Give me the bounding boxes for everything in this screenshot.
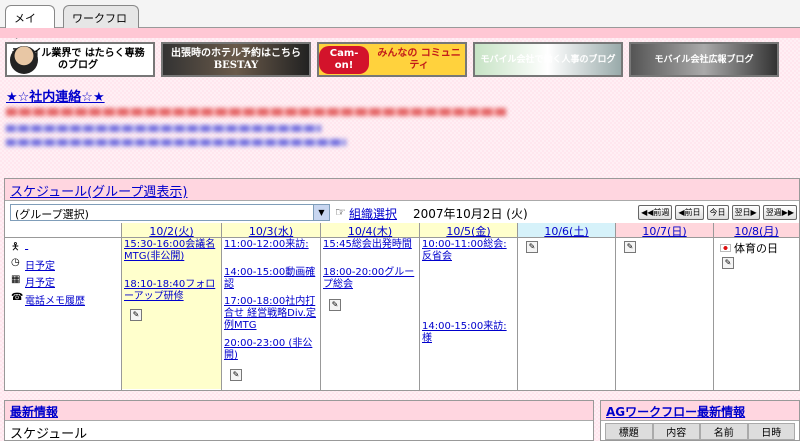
news-subtitle: スケジュール — [10, 427, 88, 441]
tab-workflow[interactable]: ワークフロー — [63, 5, 139, 41]
next-day-button[interactable]: 翌日▶ — [731, 205, 760, 220]
redacted-link[interactable] — [6, 139, 346, 146]
day-column: 10/4(木) 15:45総会出発時間 18:00-20:00グループ総会 ✎ — [320, 223, 419, 390]
add-event-icon[interactable]: ✎ — [624, 241, 636, 253]
day-column: 10/8(月) 体育の日 ✎ — [713, 223, 799, 390]
banner-director-blog[interactable]: モバイル業界で はたらく専務のブログ — [5, 42, 155, 77]
day-column: 10/2(火) 15:30-16:00会議名 MTG(非公開) 18:10-18… — [121, 223, 221, 390]
cam-on-logo: Cam-on! — [319, 45, 370, 74]
add-event-icon[interactable]: ✎ — [329, 299, 341, 311]
schedule-title-link[interactable]: スケジュール(グループ週表示) — [10, 185, 187, 200]
redacted-link[interactable] — [6, 125, 321, 132]
tab-main[interactable]: メイン — [5, 5, 55, 41]
event-link[interactable]: 20:00-23:00 (非公開) — [224, 338, 318, 362]
ag-title-link[interactable]: AGワークフロー最新情報 — [606, 405, 745, 419]
today-button[interactable]: 今日 — [706, 205, 729, 220]
date-nav: ◀◀前週 ◀前日 今日 翌日▶ 翌週▶▶ — [638, 205, 797, 220]
event-link[interactable]: 10:00-11:00総会:反省会 — [422, 239, 515, 263]
event-link[interactable]: 18:00-20:00グループ総会 — [323, 267, 417, 291]
header-band — [0, 28, 800, 38]
banner-community[interactable]: Cam-on! みんなの コミュニティ — [317, 42, 467, 77]
column-header: 日時 — [747, 423, 795, 440]
banner-text: みんなの コミュニティ — [377, 47, 461, 71]
add-event-icon[interactable]: ✎ — [526, 241, 538, 253]
add-event-icon[interactable]: ✎ — [230, 369, 242, 381]
group-select-value: (グループ選択) — [15, 208, 89, 221]
day-link[interactable]: 10/5(金) — [446, 225, 490, 238]
column-header: 内容 — [652, 423, 700, 440]
japan-flag-icon — [720, 244, 731, 252]
clock-icon: ◷ — [11, 257, 20, 268]
day-link[interactable]: 10/4(木) — [348, 225, 392, 238]
news-header: 最新情報 — [5, 401, 593, 421]
ag-header: AGワークフロー最新情報 — [601, 401, 799, 421]
add-event-icon[interactable]: ✎ — [722, 257, 734, 269]
week-grid: 🯅 ◷ 日予定 ▦ 月予定 ☎ 電話メモ履歴 10/2(火) 15:30-16:… — [5, 223, 799, 390]
banner-text: モバイル会社で働く人事のブログ — [480, 54, 616, 65]
group-select-link[interactable]: 組織選択 — [349, 205, 397, 222]
event-link[interactable]: 14:00-15:00来訪: 様 — [422, 321, 515, 345]
ag-workflow-panel: AGワークフロー最新情報 標題 内容 名前 日時 — [600, 400, 800, 441]
day-link[interactable]: 10/2(火) — [149, 225, 193, 238]
day-link[interactable]: 10/7(日) — [642, 225, 686, 238]
day-link[interactable]: 10/6(土) — [544, 225, 588, 238]
banner-pr-blog[interactable]: モバイル会社広報ブログ — [629, 42, 779, 77]
phone-memo-icon: ☎ — [11, 292, 24, 303]
event-link[interactable]: 15:45総会出発時間 — [323, 239, 417, 251]
user-icon: 🯅 — [11, 242, 20, 253]
calendar-icon: ▦ — [11, 274, 21, 285]
group-select[interactable]: (グループ選択) ▼ — [10, 204, 330, 221]
event-link[interactable]: 15:30-16:00会議名 MTG(非公開) — [124, 239, 219, 263]
column-header: 標題 — [605, 423, 653, 440]
event-link[interactable]: 11:00-12:00来訪: — [224, 239, 318, 251]
banner-hotel[interactable]: 出張時のホテル予約はこちら BESTAY — [161, 42, 311, 77]
side-links: 🯅 ◷ 日予定 ▦ 月予定 ☎ 電話メモ履歴 — [5, 223, 121, 390]
day-link[interactable]: 10/3(水) — [249, 225, 293, 238]
day-column: 10/5(金) 10:00-11:00総会:反省会 14:00-15:00来訪:… — [419, 223, 517, 390]
schedule-header: スケジュール(グループ週表示) — [5, 179, 799, 201]
day-column: 10/3(水) 11:00-12:00来訪: 14:00-15:00動画確認 1… — [221, 223, 320, 390]
schedule-toolbar: (グループ選択) ▼ ☞ 組織選択 2007年10月2日 (火) ◀◀前週 ◀前… — [5, 201, 799, 223]
news-title-link[interactable]: 最新情報 — [10, 405, 58, 419]
schedule-panel: スケジュール(グループ週表示) (グループ選択) ▼ ☞ 組織選択 2007年1… — [4, 178, 800, 391]
prev-day-button[interactable]: ◀前日 — [675, 205, 704, 220]
organization-icon[interactable]: ☞ — [335, 205, 346, 219]
holiday-label: 体育の日 — [720, 240, 778, 256]
day-column: 10/7(日) ✎ — [615, 223, 713, 390]
add-event-icon[interactable]: ✎ — [130, 309, 142, 321]
news-panel: 最新情報 スケジュール — [4, 400, 594, 441]
event-link[interactable]: 14:00-15:00動画確認 — [224, 267, 318, 291]
phone-memo-link[interactable]: 電話メモ履歴 — [25, 292, 85, 307]
month-schedule-link[interactable]: 月予定 — [25, 274, 55, 289]
day-column: 10/6(土) ✎ — [517, 223, 615, 390]
person-photo-icon — [10, 46, 38, 74]
redacted-text — [6, 108, 506, 116]
column-header: 名前 — [700, 423, 748, 440]
day-link[interactable]: 10/8(月) — [734, 225, 778, 238]
tab-bar: メイン ワークフロー — [0, 0, 800, 41]
banner-text: モバイル会社広報ブログ — [654, 54, 754, 65]
prev-week-button[interactable]: ◀◀前週 — [638, 205, 673, 220]
user-name-link[interactable] — [25, 240, 85, 251]
ag-column-headers: 標題 内容 名前 日時 — [605, 423, 795, 440]
day-schedule-link[interactable]: 日予定 — [25, 257, 55, 272]
banner-text: 出張時のホテル予約はこちら BESTAY — [171, 47, 301, 71]
event-link[interactable]: 17:00-18:00社内打合せ 経営戦略Div.定例MTG — [224, 296, 318, 332]
banner-hr-blog[interactable]: モバイル会社で働く人事のブログ — [473, 42, 623, 77]
current-date: 2007年10月2日 (火) — [413, 207, 528, 221]
notice-title-link[interactable]: ★☆社内連絡☆★ — [6, 86, 105, 105]
event-link[interactable]: 18:10-18:40フォローアップ研修 — [124, 279, 219, 303]
chevron-down-icon[interactable]: ▼ — [313, 205, 329, 220]
next-week-button[interactable]: 翌週▶▶ — [762, 205, 797, 220]
